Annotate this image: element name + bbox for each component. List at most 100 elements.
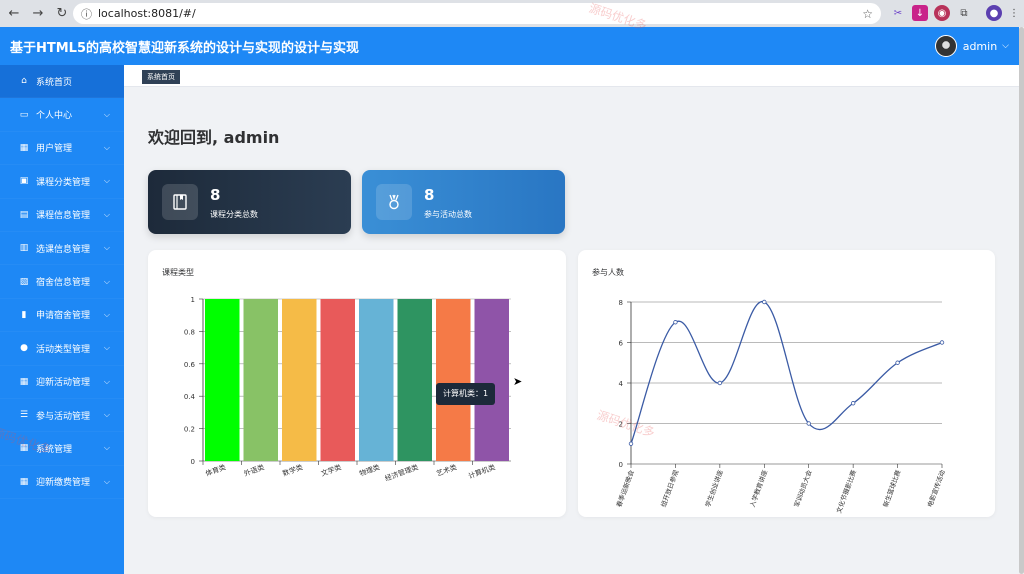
puzzle-extensions-icon[interactable]: ⧉ <box>956 5 972 21</box>
books-icon: ▥ <box>19 243 29 254</box>
chevron-down-icon: ⌵ <box>103 142 110 152</box>
x-tick-label: 学生创业讲座 <box>703 468 725 508</box>
x-tick-label: 经济管理类 <box>383 462 419 482</box>
x-tick-label: 数学类 <box>281 462 304 478</box>
data-point <box>850 401 856 406</box>
reload-icon[interactable]: ↻ <box>52 4 72 24</box>
sidebar-item-label: 迎新缴费管理 <box>36 478 91 489</box>
data-point <box>762 299 767 305</box>
series-line <box>630 301 943 444</box>
course-type-bar-chart: 00.20.40.60.81体育类 外语类 数学类 文学类 物理类 经济管理类 艺术类 计算机… <box>184 296 511 483</box>
sidebar-item[interactable]: ☰ 参与活动管理 ⌵ <box>0 399 124 433</box>
browser-profile-icon[interactable]: ● <box>986 5 1002 21</box>
user-name[interactable]: admin <box>963 40 997 53</box>
sidebar-item[interactable]: ▥ 选课信息管理 ⌵ <box>0 232 124 266</box>
site-info-icon[interactable]: ⓘ <box>81 6 92 22</box>
sidebar-item[interactable]: ▤ 课程信息管理 ⌵ <box>0 199 124 232</box>
sidebar-item-label: 系统首页 <box>36 77 73 88</box>
forward-icon[interactable]: → <box>28 4 48 24</box>
bar <box>205 299 240 461</box>
briefcase-icon: ▤ <box>19 209 29 220</box>
user-menu[interactable]: admin ⌵ <box>934 35 1009 57</box>
y-tick-label: 8 <box>619 299 623 307</box>
id-card-icon: ▭ <box>19 109 29 120</box>
y-tick-label: 0.4 <box>184 393 196 401</box>
bookmark-star-icon[interactable]: ☆ <box>862 7 873 21</box>
stat-value: 8 <box>424 186 435 204</box>
sidebar-item-label: 个人中心 <box>36 111 73 122</box>
bar <box>243 299 278 461</box>
url-text: localhost:8081/#/ <box>98 7 196 20</box>
x-tick-label: 外语类 <box>243 462 266 478</box>
download-extension-icon[interactable]: ↓ <box>912 5 928 21</box>
book-icon <box>162 184 198 220</box>
sidebar-item-label: 迎新活动管理 <box>36 378 91 389</box>
app-title: 基于HTML5的高校智慧迎新系统的设计与实现的设计与实现 <box>10 40 360 56</box>
tags-bar: 系统首页 <box>124 65 1019 87</box>
bar <box>320 299 355 461</box>
chevron-down-icon: ⌵ <box>103 343 110 353</box>
y-tick-label: 0.6 <box>184 361 196 369</box>
sidebar-item[interactable]: ▭ 个人中心 ⌵ <box>0 98 124 132</box>
profile-extension-icon[interactable]: ◉ <box>934 5 950 21</box>
stat-card-course-categories: 8 课程分类总数 <box>148 170 351 234</box>
welcome-heading: 欢迎回到, admin <box>148 128 280 147</box>
data-point <box>628 441 634 446</box>
sidebar-item[interactable]: ▦ 用户管理 ⌵ <box>0 132 124 166</box>
mouse-cursor-icon: ➤ <box>513 375 523 388</box>
chevron-down-icon[interactable]: ⌵ <box>1002 41 1009 51</box>
x-tick-label: 文学类 <box>320 462 343 478</box>
x-tick-label: 入学教育讲座 <box>747 468 769 508</box>
y-tick-label: 0.2 <box>184 426 195 434</box>
y-tick-label: 4 <box>619 380 624 388</box>
data-point <box>673 320 678 325</box>
page-scrollbar[interactable] <box>1019 27 1024 574</box>
sidebar-item-label: 参与活动管理 <box>36 411 91 422</box>
sidebar-item[interactable]: ▮ 申请宿舍管理 ⌵ <box>0 299 124 333</box>
scissors-extension-icon[interactable]: ✂ <box>890 5 906 21</box>
data-point <box>895 360 900 365</box>
avatar[interactable] <box>934 35 957 57</box>
chevron-down-icon: ⌵ <box>103 443 110 453</box>
grid-icon: ▦ <box>19 142 29 153</box>
sidebar-item[interactable]: ▦ 迎新缴费管理 ⌵ <box>0 466 124 500</box>
sidebar-item-label: 选课信息管理 <box>36 244 91 255</box>
sidebar-item[interactable]: ● 活动类型管理 ⌵ <box>0 332 124 366</box>
sidebar-item-label: 课程信息管理 <box>36 211 91 222</box>
app-header: 基于HTML5的高校智慧迎新系统的设计与实现的设计与实现 admin ⌵ <box>0 27 1019 65</box>
chart-tooltip: 计算机类：1 <box>436 383 496 405</box>
participants-chart-card: 参与人数 0 2 4 6 8 春季运新晚会 组开放日参观 学生创业讲座 入学教育讲座 军训动员大会… <box>578 250 995 517</box>
bar-chart-icon: ▮ <box>21 309 27 320</box>
list-icon: ☰ <box>19 410 29 421</box>
sidebar-item[interactable]: ▣ 课程分类管理 ⌵ <box>0 165 124 199</box>
x-tick-label: 春季运新晚会 <box>614 468 636 508</box>
y-tick-label: 0 <box>619 461 623 469</box>
chevron-down-icon: ⌵ <box>103 176 110 186</box>
sidebar-item[interactable]: ▦ 迎新活动管理 ⌵ <box>0 366 124 399</box>
medal-icon <box>376 184 412 220</box>
chevron-down-icon: ⌵ <box>103 243 110 253</box>
y-tick-label: 1 <box>191 296 195 304</box>
home-icon: ⌂ <box>21 76 27 87</box>
bar <box>397 299 432 461</box>
tag-home[interactable]: 系统首页 <box>142 70 180 84</box>
x-tick-label: 军训动员大会 <box>792 468 814 508</box>
back-icon[interactable]: ← <box>4 4 24 24</box>
grid-icon: ▦ <box>19 476 29 487</box>
more-menu-icon[interactable]: ⋮ <box>1006 5 1022 21</box>
x-tick-label: 电影宣传活动 <box>925 468 947 508</box>
scrollbar-thumb[interactable] <box>1019 27 1024 574</box>
browser-toolbar: ← → ↻ ⓘ localhost:8081/#/ ☆ ✂ ↓ ◉ ⧉ ● ⋮ <box>0 0 1024 27</box>
sidebar-item-label: 申请宿舍管理 <box>36 311 91 322</box>
x-tick-label: 组开放日参观 <box>659 468 681 508</box>
chevron-down-icon: ⌵ <box>103 309 110 319</box>
bar <box>474 299 509 461</box>
sidebar-item-label: 宿舍信息管理 <box>36 278 91 289</box>
course-type-chart-card: 课程类型 0 0.2 0.4 0.6 0.8 1 体育类 外语类 数学类 文学类 物理类 经济管理类艺… <box>148 250 566 517</box>
stat-value: 8 <box>210 186 221 204</box>
chevron-down-icon: ⌵ <box>103 276 110 286</box>
sidebar-item[interactable]: ⌂ 系统首页 <box>0 65 124 99</box>
sidebar-item[interactable]: ▧ 宿舍信息管理 ⌵ <box>0 265 124 299</box>
chevron-down-icon: ⌵ <box>103 209 110 219</box>
address-bar[interactable]: ⓘ localhost:8081/#/ ☆ <box>73 3 881 24</box>
